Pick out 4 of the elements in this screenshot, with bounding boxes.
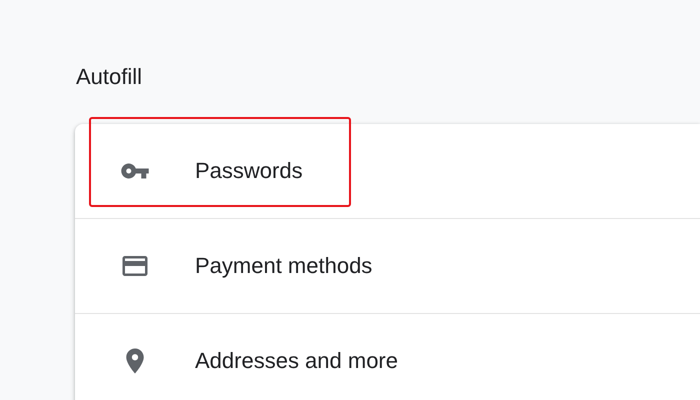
menu-item[interactable]: Payment methods <box>195 253 372 279</box>
menu-item[interactable]: Addresses and more <box>195 348 398 374</box>
section-title: Autofill <box>76 64 142 90</box>
menu-item[interactable]: Passwords <box>195 158 303 184</box>
